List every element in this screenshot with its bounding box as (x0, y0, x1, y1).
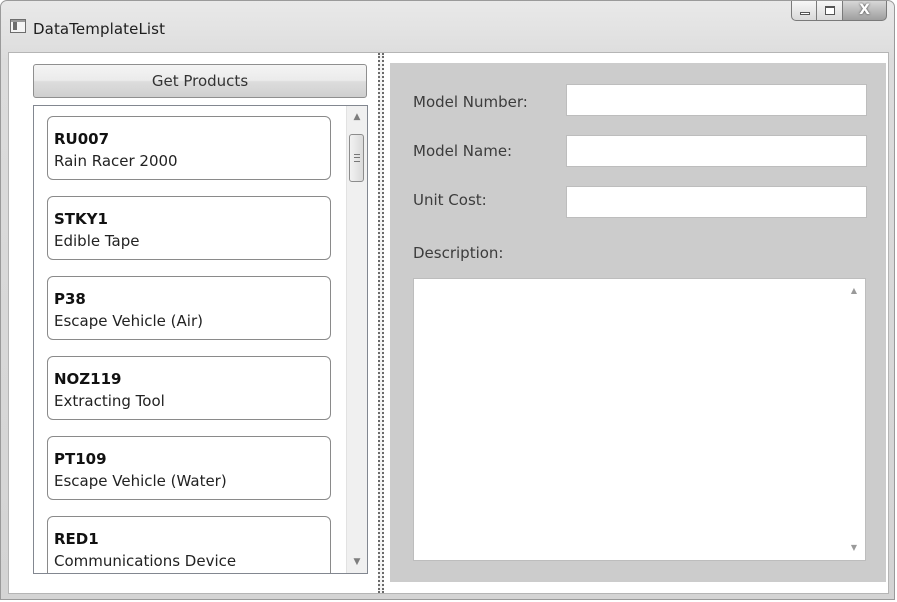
scroll-up-arrow-icon[interactable]: ▲ (347, 108, 367, 126)
product-name: Rain Racer 2000 (54, 152, 178, 170)
product-code: NOZ119 (54, 370, 122, 388)
scroll-down-arrow-icon[interactable]: ▼ (347, 553, 367, 571)
maximize-icon (825, 6, 835, 15)
product-name: Communications Device (54, 552, 237, 570)
grip-icon (354, 154, 360, 162)
close-button[interactable]: X (843, 1, 887, 21)
app-window-icon[interactable] (10, 19, 26, 33)
scrollbar-thumb[interactable] (349, 134, 364, 182)
description-label: Description: (413, 244, 504, 262)
product-code: RED1 (54, 530, 99, 548)
minimize-button[interactable] (791, 1, 817, 21)
window-title: DataTemplateList (33, 20, 166, 38)
close-icon: X (859, 2, 870, 18)
list-vertical-scrollbar[interactable]: ▲ ▼ (346, 106, 367, 573)
model-name-field[interactable] (566, 135, 867, 167)
minimize-icon (800, 12, 810, 15)
product-name: Edible Tape (54, 232, 140, 250)
list-item[interactable]: NOZ119 Extracting Tool (47, 356, 331, 420)
list-item[interactable]: RED1 Communications Device (47, 516, 331, 573)
product-name: Escape Vehicle (Water) (54, 472, 227, 490)
products-listbox[interactable]: RU007 Rain Racer 2000 STKY1 Edible Tape … (33, 105, 368, 574)
product-name: Escape Vehicle (Air) (54, 312, 203, 330)
list-item[interactable]: P38 Escape Vehicle (Air) (47, 276, 331, 340)
unit-cost-field[interactable] (566, 186, 867, 218)
get-products-button[interactable]: Get Products (33, 64, 367, 98)
grid-splitter[interactable] (378, 53, 384, 593)
title-bar[interactable]: DataTemplateList X (1, 1, 894, 45)
list-item[interactable]: STKY1 Edible Tape (47, 196, 331, 260)
maximize-button[interactable] (817, 1, 843, 21)
product-detail-panel: Model Number: Model Name: Unit Cost: Des… (390, 63, 886, 582)
description-textarea[interactable]: ▲ ▼ (413, 278, 866, 561)
client-area: Get Products RU007 Rain Racer 2000 STKY1… (8, 52, 889, 594)
caption-buttons: X (791, 1, 887, 22)
product-code: RU007 (54, 130, 110, 148)
scroll-up-arrow-icon[interactable]: ▲ (851, 286, 857, 295)
product-code: STKY1 (54, 210, 108, 228)
model-number-label: Model Number: (413, 93, 528, 111)
model-name-label: Model Name: (413, 142, 513, 160)
model-number-field[interactable] (566, 84, 867, 116)
unit-cost-label: Unit Cost: (413, 191, 487, 209)
product-code: P38 (54, 290, 86, 308)
list-item[interactable]: PT109 Escape Vehicle (Water) (47, 436, 331, 500)
list-item[interactable]: RU007 Rain Racer 2000 (47, 116, 331, 180)
product-code: PT109 (54, 450, 107, 468)
main-window: DataTemplateList X Get Products RU007 Ra… (0, 0, 895, 600)
scroll-down-arrow-icon[interactable]: ▼ (851, 543, 857, 552)
product-name: Extracting Tool (54, 392, 165, 410)
